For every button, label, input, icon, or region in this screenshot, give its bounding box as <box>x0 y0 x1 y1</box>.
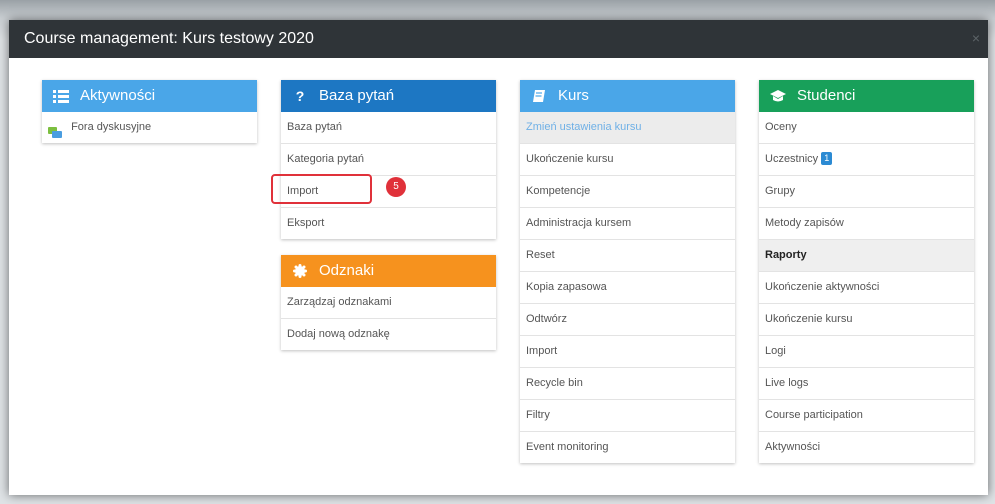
oceny-link[interactable]: Oceny <box>759 112 974 144</box>
logi-link[interactable]: Logi <box>759 336 974 368</box>
ukonczenie-aktywnosci-link[interactable]: Ukończenie aktywności <box>759 272 974 304</box>
graduation-cap-icon <box>769 87 787 105</box>
baza-pytan-link[interactable]: Baza pytań <box>281 112 496 144</box>
kurs-block-title: Kurs <box>558 87 589 104</box>
kompetencje-link[interactable]: Kompetencje <box>520 176 735 208</box>
raporty-section-header: Raporty <box>759 240 974 272</box>
filtry-link[interactable]: Filtry <box>520 400 735 432</box>
studenci-block-title: Studenci <box>797 87 856 104</box>
recycle-bin-link[interactable]: Recycle bin <box>520 368 735 400</box>
list-icon <box>52 87 70 105</box>
kurs-block: Kurs Zmień ustawienia kursu Ukończenie k… <box>520 80 735 463</box>
kategoria-pytan-link[interactable]: Kategoria pytań <box>281 144 496 176</box>
step-number-badge: 5 <box>386 177 406 197</box>
baza-pytan-block-title: Baza pytań <box>319 87 395 104</box>
event-monitoring-link[interactable]: Event monitoring <box>520 432 735 463</box>
kopia-zapasowa-link[interactable]: Kopia zapasowa <box>520 272 735 304</box>
aktywnosci-block: Aktywności Fora dyskusyjne <box>42 80 257 143</box>
zmien-ustawienia-kursu-link[interactable]: Zmień ustawienia kursu <box>520 112 735 144</box>
uczestnicy-label: Uczestnicy <box>765 153 819 165</box>
aktywnosci-block-title: Aktywności <box>80 87 156 104</box>
kurs-block-header: Kurs <box>520 80 735 112</box>
forum-icon <box>48 121 62 139</box>
uczestnicy-link[interactable]: Uczestnicy 1 <box>759 144 974 176</box>
studenci-block-header: Studenci <box>759 80 974 112</box>
course-management-modal: Course management: Kurs testowy 2020 × A… <box>9 20 988 495</box>
close-icon[interactable]: × <box>972 31 980 45</box>
question-icon: ? <box>295 88 305 104</box>
metody-zapisow-link[interactable]: Metody zapisów <box>759 208 974 240</box>
eksport-link[interactable]: Eksport <box>281 208 496 239</box>
modal-header: Course management: Kurs testowy 2020 × <box>9 20 988 58</box>
fora-dyskusyjne-label: Fora dyskusyjne <box>71 121 152 133</box>
book-icon <box>530 87 548 105</box>
course-participation-link[interactable]: Course participation <box>759 400 974 432</box>
ukonczenie-kursu-report-link[interactable]: Ukończenie kursu <box>759 304 974 336</box>
baza-pytan-block: ? Baza pytań Baza pytań Kategoria pytań … <box>281 80 496 239</box>
grupy-link[interactable]: Grupy <box>759 176 974 208</box>
odznaki-block-header: Odznaki <box>281 255 496 287</box>
odznaki-block: Odznaki Zarządzaj odznakami Dodaj nową o… <box>281 255 496 350</box>
badge-icon <box>291 262 309 280</box>
studenci-block: Studenci Oceny Uczestnicy 1 Grupy Metody … <box>759 80 974 463</box>
reset-link[interactable]: Reset <box>520 240 735 272</box>
modal-title: Course management: Kurs testowy 2020 <box>24 30 314 47</box>
aktywnosci-block-header: Aktywności <box>42 80 257 112</box>
baza-pytan-block-header: ? Baza pytań <box>281 80 496 112</box>
odznaki-block-title: Odznaki <box>319 262 375 279</box>
zarzadzaj-odznakami-link[interactable]: Zarządzaj odznakami <box>281 287 496 319</box>
dodaj-nowa-odznake-link[interactable]: Dodaj nową odznakę <box>281 319 496 350</box>
fora-dyskusyjne-link[interactable]: Fora dyskusyjne <box>42 112 257 143</box>
uczestnicy-count-badge: 1 <box>821 152 833 165</box>
administracja-kursem-link[interactable]: Administracja kursem <box>520 208 735 240</box>
import-course-link[interactable]: Import <box>520 336 735 368</box>
aktywnosci-report-link[interactable]: Aktywności <box>759 432 974 463</box>
ukonczenie-kursu-link[interactable]: Ukończenie kursu <box>520 144 735 176</box>
odtworz-link[interactable]: Odtwórz <box>520 304 735 336</box>
live-logs-link[interactable]: Live logs <box>759 368 974 400</box>
